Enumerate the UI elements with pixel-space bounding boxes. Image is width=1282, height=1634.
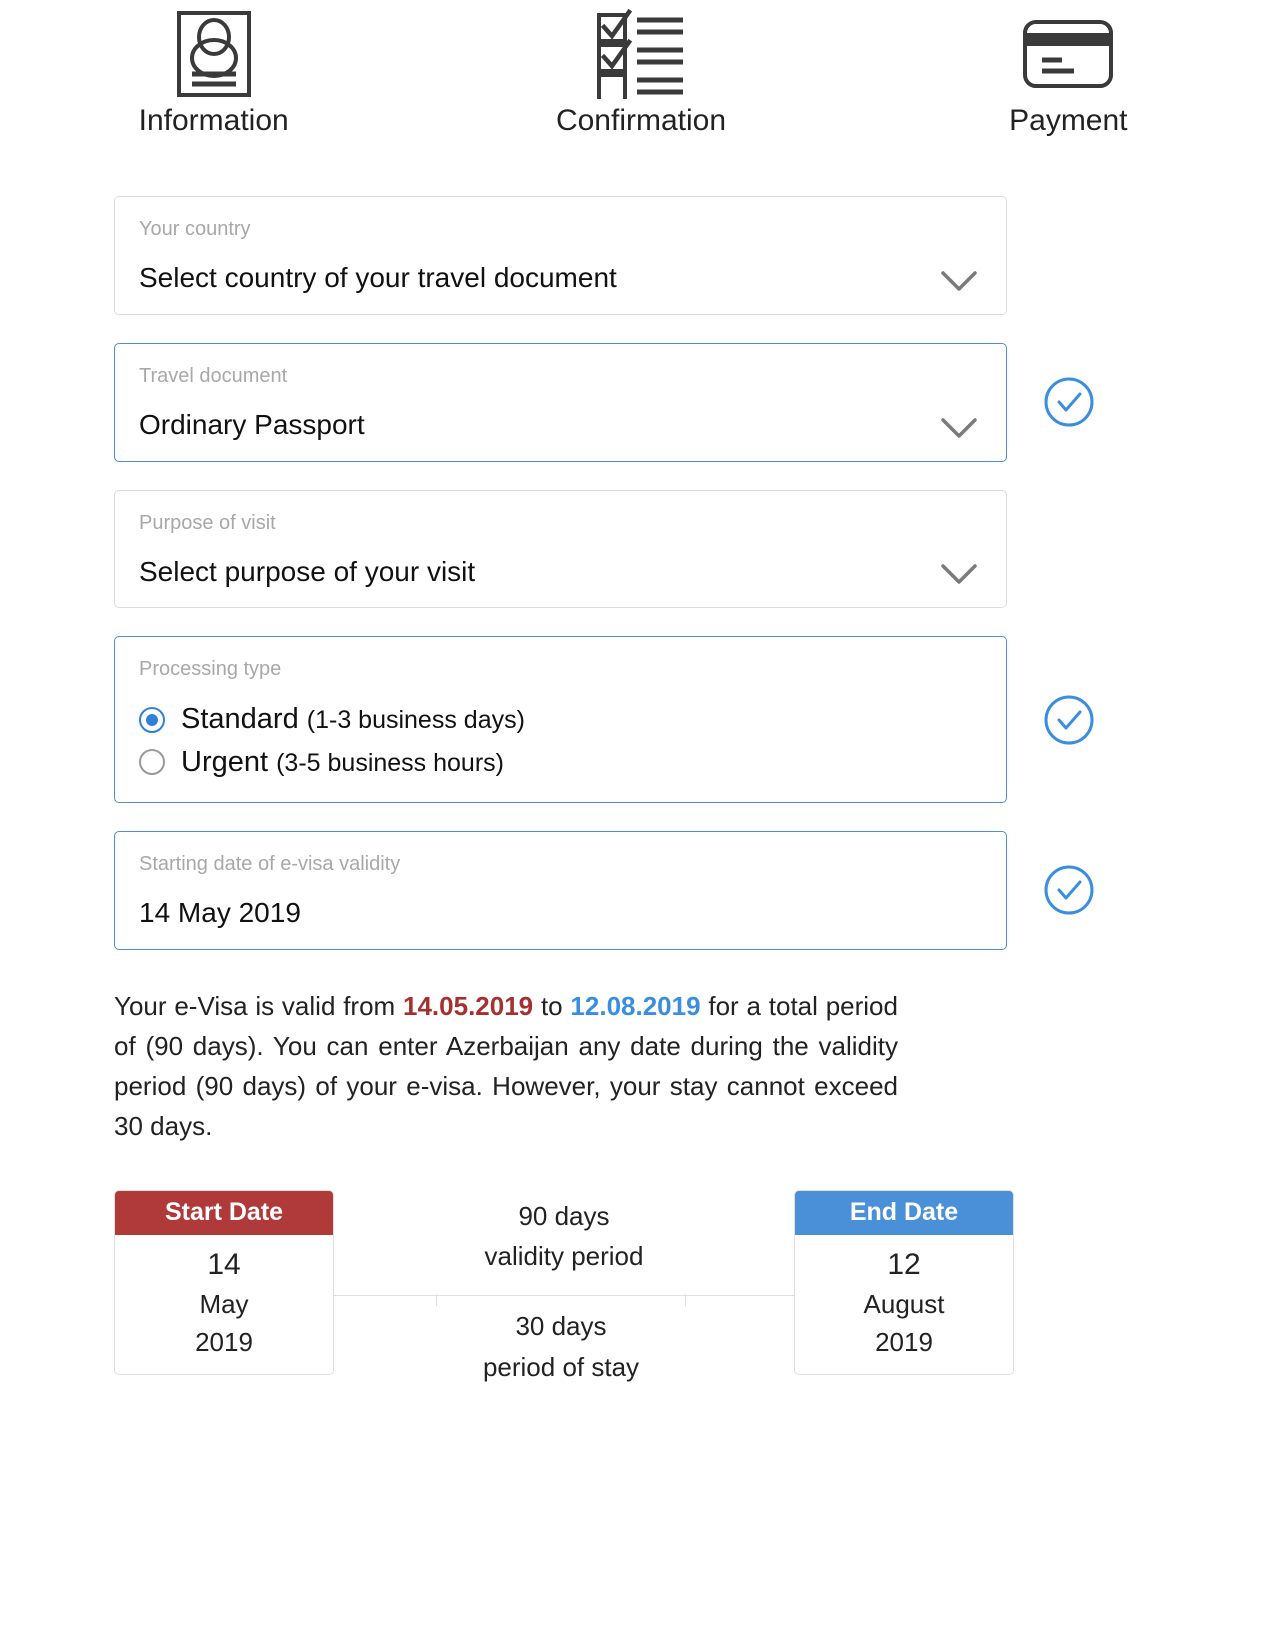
end-date-day: 12 xyxy=(887,1247,921,1281)
country-label: Your country xyxy=(139,218,251,240)
processing-type-group: Processing type Standard (1-3 business d… xyxy=(114,636,1007,803)
chevron-down-icon[interactable] xyxy=(940,563,978,585)
chevron-down-icon[interactable] xyxy=(940,270,978,292)
step-label-payment: Payment xyxy=(1009,104,1128,137)
purpose-value: Select purpose of your visit xyxy=(139,555,476,587)
radio-option-standard[interactable]: Standard (1-3 business days) xyxy=(139,701,982,737)
start-date-day: 14 xyxy=(207,1247,241,1281)
chevron-down-icon[interactable] xyxy=(940,417,978,439)
field-row-purpose: Purpose of visit Select purpose of your … xyxy=(0,489,1282,609)
end-date-card: End Date 12 August 2019 xyxy=(794,1189,1014,1375)
field-row-country: Your country Select country of your trav… xyxy=(0,196,1282,315)
start-date-input[interactable]: Starting date of e-visa validity 14 May … xyxy=(114,830,1007,950)
valid-check-icon xyxy=(1043,694,1095,746)
radio-standard-icon[interactable] xyxy=(139,706,165,733)
start-date-card: Start Date 14 May 2019 xyxy=(114,1189,334,1375)
start-date-value: 14 May 2019 xyxy=(139,896,301,928)
valid-check-icon xyxy=(1043,864,1095,916)
end-date-month: August xyxy=(863,1289,945,1320)
step-label-confirmation: Confirmation xyxy=(555,104,727,137)
stay-period-annotation: 30 days period of stay xyxy=(414,1305,708,1388)
notice-date-to: 12.08.2019 xyxy=(570,990,701,1021)
field-row-travel-document: Travel document Ordinary Passport xyxy=(0,342,1282,462)
travel-document-value: Ordinary Passport xyxy=(139,408,365,440)
document-person-icon xyxy=(175,8,253,100)
step-information[interactable]: Information xyxy=(0,8,427,136)
field-row-processing-type: Processing type Standard (1-3 business d… xyxy=(0,636,1282,803)
radio-urgent-icon[interactable] xyxy=(139,748,165,775)
end-date-year: 2019 xyxy=(875,1327,933,1357)
start-date-label: Starting date of e-visa validity xyxy=(139,852,401,875)
progress-stepper: Information Confirmation Payment xyxy=(0,0,1282,136)
step-payment[interactable]: Payment xyxy=(855,8,1282,136)
radio-standard-text: Standard (1-3 business days) xyxy=(181,701,525,737)
end-date-card-body: 12 August 2019 xyxy=(795,1235,1013,1374)
start-date-month: May xyxy=(199,1289,249,1320)
end-date-card-header: End Date xyxy=(795,1190,1013,1235)
radio-urgent-name: Urgent xyxy=(181,745,269,778)
validity-period-amount: 90 days xyxy=(518,1200,610,1231)
valid-check-icon xyxy=(1043,376,1095,428)
purpose-label: Purpose of visit xyxy=(139,511,276,534)
notice-date-from: 14.05.2019 xyxy=(403,990,534,1021)
country-value: Select country of your travel document xyxy=(139,262,617,293)
travel-document-label: Travel document xyxy=(139,364,288,387)
travel-document-select[interactable]: Travel document Ordinary Passport xyxy=(114,342,1007,462)
stay-period-amount: 30 days xyxy=(505,1305,617,1348)
start-date-year: 2019 xyxy=(195,1327,253,1357)
radio-standard-detail: (1-3 business days) xyxy=(306,706,525,735)
notice-part1: Your e-Visa is valid from xyxy=(114,990,403,1021)
field-row-start-date: Starting date of e-visa validity 14 May … xyxy=(0,830,1282,950)
radio-standard-name: Standard xyxy=(181,703,299,736)
checklist-icon xyxy=(593,8,689,100)
validity-timeline-diagram: 90 days validity period 30 days period o… xyxy=(114,1189,1014,1390)
step-label-information: Information xyxy=(138,104,289,137)
validity-notice: Your e-Visa is valid from 14.05.2019 to … xyxy=(0,986,1012,1146)
country-select[interactable]: Your country Select country of your trav… xyxy=(114,196,1007,315)
processing-type-label: Processing type xyxy=(139,658,282,681)
validity-period-annotation: 90 days validity period xyxy=(333,1196,795,1277)
start-date-card-header: Start Date xyxy=(115,1190,333,1235)
credit-card-icon xyxy=(1022,8,1114,100)
purpose-select[interactable]: Purpose of visit Select purpose of your … xyxy=(114,489,1007,609)
radio-option-urgent[interactable]: Urgent (3-5 business hours) xyxy=(139,744,982,780)
radio-urgent-text: Urgent (3-5 business hours) xyxy=(181,744,504,780)
validity-period-label: validity period xyxy=(484,1241,644,1272)
notice-part2: to xyxy=(533,990,571,1021)
start-date-card-body: 14 May 2019 xyxy=(115,1235,333,1374)
step-confirmation[interactable]: Confirmation xyxy=(427,8,854,136)
visa-application-form: Your country Select country of your trav… xyxy=(0,136,1282,950)
stay-period-label: period of stay xyxy=(482,1352,640,1383)
radio-urgent-detail: (3-5 business hours) xyxy=(276,748,504,777)
